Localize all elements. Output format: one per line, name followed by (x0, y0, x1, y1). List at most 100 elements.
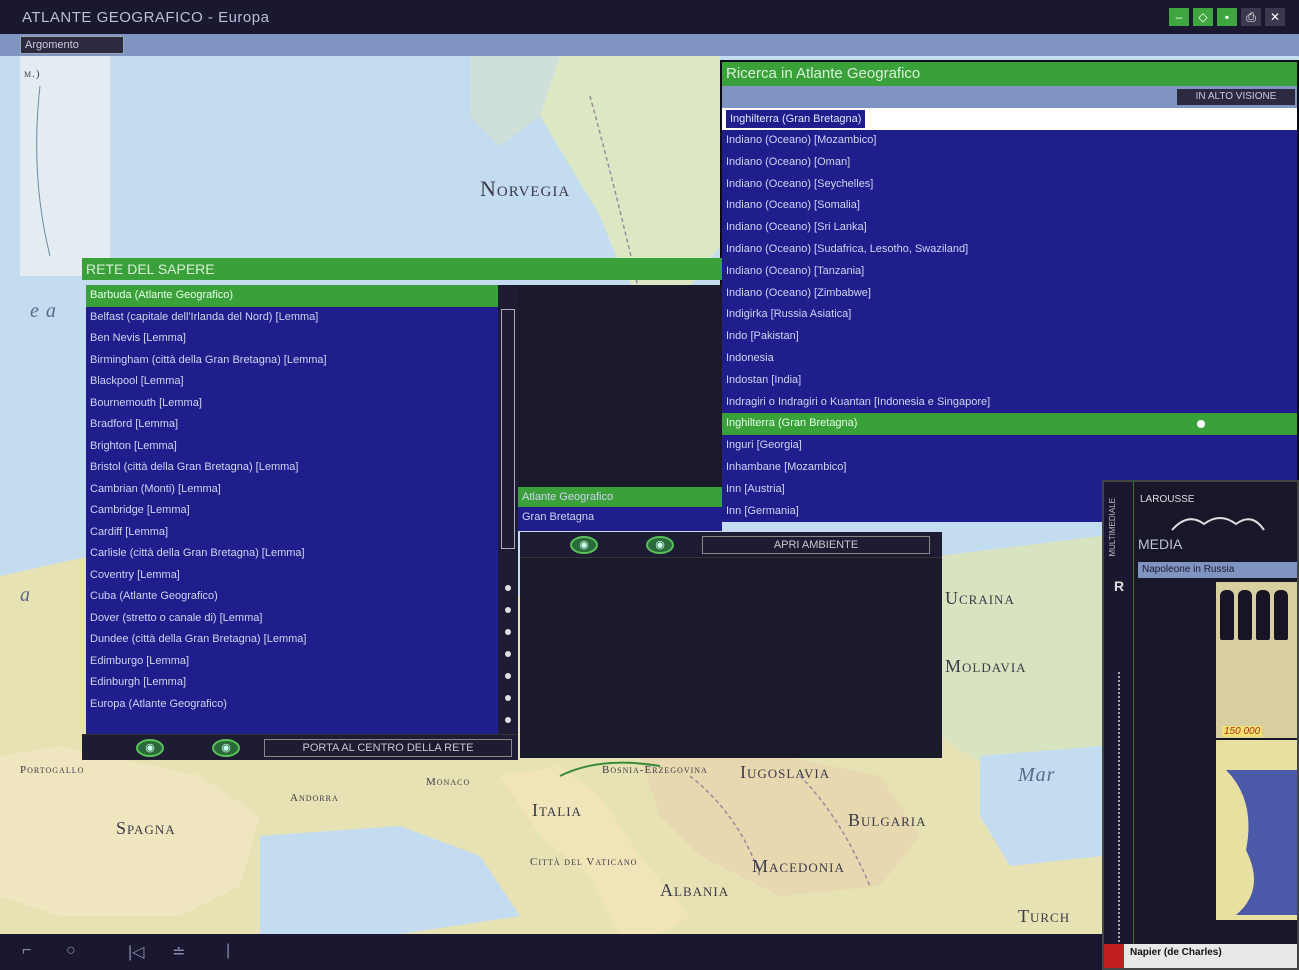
close-icon[interactable]: ✕ (1265, 8, 1285, 26)
list-item[interactable]: Coventry [Lemma] (86, 565, 500, 587)
list-item[interactable]: Cardiff [Lemma] (86, 522, 500, 544)
map-label-turchia: Turch (1018, 906, 1071, 926)
figure-icon (1274, 590, 1288, 640)
environment-toolbar: ◉ ◉ APRI AMBIENTE (520, 532, 942, 558)
list-item[interactable]: Europa (Atlante Geografico) (86, 694, 500, 716)
list-item[interactable]: Indiano (Oceano) [Mozambico] (722, 130, 1297, 152)
bottom-toolbar: ⌐ ○ |◁ ≐ | (0, 934, 1102, 970)
list-item[interactable]: Indiano (Oceano) [Somalia] (722, 195, 1297, 217)
media-panel: MULTIMEDIALE R LAROUSSE MEDIA Napoleone … (1102, 480, 1299, 970)
media-map-image[interactable] (1216, 740, 1297, 920)
media-topic[interactable]: Napoleone in Russia (1138, 562, 1297, 578)
minimize-icon[interactable]: – (1169, 8, 1189, 26)
list-item[interactable]: Edinburgh [Lemma] (86, 672, 500, 694)
media-title: MEDIA (1138, 536, 1183, 552)
list-item[interactable]: Bristol (città della Gran Bretagna) [Lem… (86, 457, 500, 479)
list-item[interactable]: Indiano (Oceano) [Sri Lanka] (722, 217, 1297, 239)
view-all-button[interactable]: IN ALTO VISIONE (1177, 89, 1295, 105)
map-label-norvegia: Norvegia (480, 176, 571, 201)
scroll-dot (505, 651, 511, 657)
search-panel-title: Ricerca in Atlante Geografico (722, 62, 1297, 86)
window-controls: – ◇ ▪ ⎙ ✕ (1169, 8, 1285, 26)
media-timeline-track[interactable] (1118, 672, 1126, 942)
scroll-dot (505, 629, 511, 635)
search-icon[interactable]: ○ (66, 942, 76, 960)
list-item[interactable]: Indiano (Oceano) [Seychelles] (722, 174, 1297, 196)
media-logo-icon (1171, 517, 1265, 531)
knowledge-network-preview (518, 285, 722, 487)
list-item[interactable]: Birmingham (città della Gran Bretagna) [… (86, 350, 500, 372)
map-label-vaticano: Città del Vaticano (530, 856, 638, 868)
list-item[interactable]: Brighton [Lemma] (86, 436, 500, 458)
environment-panel: ◉ ◉ APRI AMBIENTE (520, 532, 942, 758)
argomento-button[interactable]: Argomento (20, 36, 124, 54)
list-item[interactable]: Dundee (città della Gran Bretagna) [Lemm… (86, 629, 500, 651)
toolbar: Argomento (0, 34, 1299, 56)
map-label-albania: Albania (660, 880, 730, 900)
list-item[interactable]: Bournemouth [Lemma] (86, 393, 500, 415)
list-item[interactable]: Edimburgo [Lemma] (86, 651, 500, 673)
search-input[interactable]: Inghilterra (Gran Bretagna) (722, 108, 1297, 130)
caption-marker (1104, 944, 1124, 968)
map-label-italia: Italia (532, 800, 582, 820)
knowledge-network-title: RETE DEL SAPERE (82, 258, 722, 280)
figure-icon (1256, 590, 1270, 640)
media-photo[interactable] (1216, 582, 1297, 738)
related-item[interactable]: Gran Bretagna (518, 507, 722, 527)
slider-knob-icon[interactable] (1197, 420, 1205, 429)
media-side-text: MULTIMEDIALE (1108, 498, 1117, 557)
list-item[interactable]: Cuba (Atlante Geografico) (86, 586, 500, 608)
scrollbar-thumb[interactable] (501, 309, 515, 549)
figure-icon (1238, 590, 1252, 640)
list-item[interactable]: Belfast (capitale dell'Irlanda del Nord)… (86, 307, 500, 329)
scroll-dot (505, 673, 511, 679)
restore-icon[interactable]: ◇ (1193, 8, 1213, 26)
list-item[interactable]: Carlisle (città della Gran Bretagna) [Le… (86, 543, 500, 565)
list-item[interactable]: Dover (stretto o canale di) [Lemma] (86, 608, 500, 630)
list-item[interactable]: Ben Nevis [Lemma] (86, 328, 500, 350)
go-to-center-button[interactable]: PORTA AL CENTRO DELLA RETE (264, 739, 512, 757)
map-label-bosnia: Bosnia-Erzegovina (602, 764, 708, 776)
list-item[interactable]: Indiano (Oceano) [Oman] (722, 152, 1297, 174)
related-item[interactable]: Atlante Geografico (518, 487, 722, 507)
green-icon[interactable]: ▪ (1217, 8, 1237, 26)
search-input-value: Inghilterra (Gran Bretagna) (726, 110, 866, 128)
list-item[interactable]: Blackpool [Lemma] (86, 371, 500, 393)
list-item[interactable]: Cambridge [Lemma] (86, 500, 500, 522)
list-item[interactable]: Bradford [Lemma] (86, 414, 500, 436)
list-item[interactable]: Cambrian (Monti) [Lemma] (86, 479, 500, 501)
map-label-andorra: Andorra (290, 792, 339, 804)
map-label-iugoslavia: Iugoslavia (740, 762, 831, 782)
window-title: ATLANTE GEOGRAFICO - Europa (22, 9, 270, 26)
list-icon[interactable]: ≐ (172, 942, 185, 962)
map-label-fragment-a: a (20, 584, 31, 606)
figure-icon (1220, 590, 1234, 640)
menu-icon[interactable]: ⌐ (22, 942, 31, 960)
eye-icon[interactable]: ◉ (212, 739, 240, 757)
open-environment-button[interactable]: APRI AMBIENTE (702, 536, 930, 554)
eye-icon[interactable]: ◉ (136, 739, 164, 757)
scroll-dot (505, 607, 511, 613)
map-label-ucraina: Ucraina (945, 588, 1015, 608)
map-label-moldavia: Moldavia (945, 656, 1027, 676)
back-icon[interactable]: |◁ (128, 942, 144, 962)
eye-icon[interactable]: ◉ (646, 536, 674, 554)
media-caption: Napier (de Charles) (1104, 944, 1297, 968)
print-icon[interactable]: ⎙ (1241, 8, 1261, 26)
map-label-monaco: Monaco (426, 776, 471, 788)
media-brand: LAROUSSE (1140, 494, 1195, 505)
knowledge-network-list[interactable]: Barbuda (Atlante Geografico) Belfast (cap… (86, 285, 500, 745)
map-illustration (1226, 770, 1297, 915)
map-label-bulgaria: Bulgaria (848, 810, 927, 830)
list-item[interactable]: Barbuda (Atlante Geografico) (86, 285, 500, 307)
eye-icon[interactable]: ◉ (570, 536, 598, 554)
scroll-dot (505, 695, 511, 701)
map-label-spagna: Spagna (116, 818, 176, 838)
scroll-dot (505, 585, 511, 591)
knowledge-network-scrollbar[interactable] (498, 285, 518, 745)
map-label-fragment-m: m.) (24, 68, 41, 80)
map-label-mar: Mar (1018, 764, 1056, 786)
media-sidebar: MULTIMEDIALE R (1104, 482, 1134, 968)
related-list[interactable]: Atlante Geografico Gran Bretagna (518, 487, 722, 531)
media-map-label: 150 000 (1222, 726, 1263, 737)
